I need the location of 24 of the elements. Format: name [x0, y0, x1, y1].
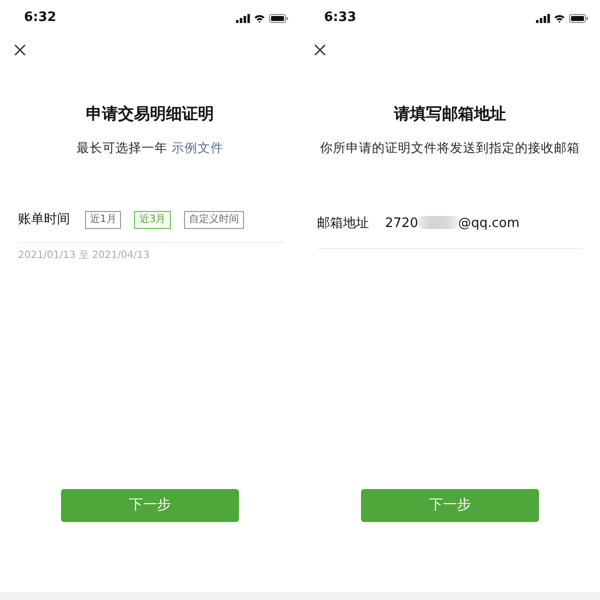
status-time: 6:33 — [324, 10, 356, 26]
date-range-text: 2021/01/13 至 2021/04/13 — [18, 249, 151, 263]
close-icon[interactable] — [14, 44, 26, 56]
period-option[interactable]: 近1月 — [85, 211, 122, 229]
battery-icon — [269, 14, 288, 22]
field-label: 邮箱地址 — [317, 215, 369, 233]
status-time: 6:32 — [24, 10, 56, 26]
next-button[interactable]: 下一步 — [61, 489, 239, 522]
period-option[interactable]: 近3月 — [134, 211, 171, 229]
email-field[interactable]: 2720 @qq.com — [385, 211, 583, 237]
example-file-link[interactable]: 示例文件 — [171, 140, 224, 155]
close-icon[interactable] — [314, 44, 326, 56]
page-title: 请填写邮箱地址 — [392, 104, 507, 124]
subtitle-text: 最长可选择一年 示例文件 — [76, 139, 224, 157]
battery-icon — [569, 14, 588, 22]
next-button[interactable]: 下一步 — [361, 489, 539, 522]
signal-icon — [236, 14, 250, 22]
field-label: 账单时间 — [18, 211, 70, 229]
wifi-icon — [254, 14, 265, 22]
subtitle-text: 你所申请的证明文件将发送到指定的接收邮箱 — [319, 139, 581, 157]
page-title: 申请交易明细证明 — [85, 104, 215, 124]
period-option[interactable]: 自定义时间 — [184, 211, 244, 229]
wifi-icon — [554, 14, 565, 22]
signal-icon — [536, 14, 550, 22]
